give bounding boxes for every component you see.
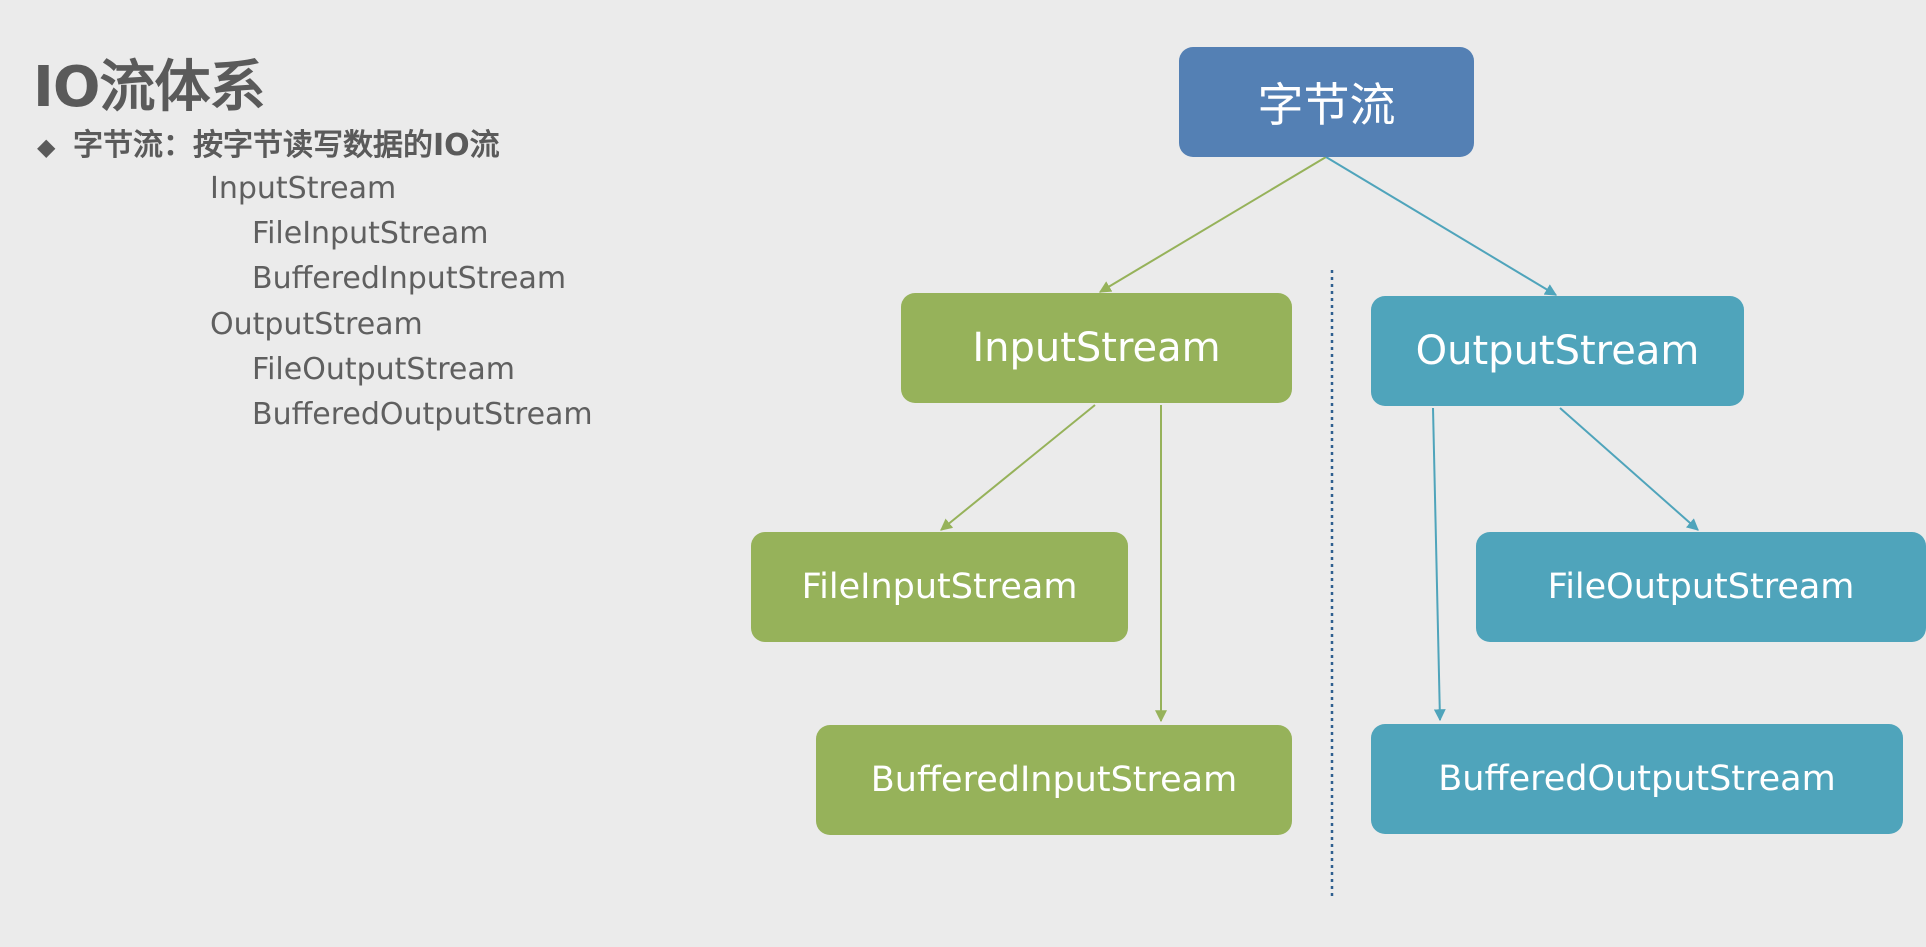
connector-output-to-buffered-output	[1432, 407, 1446, 722]
node-buffered-input-stream: BufferedInputStream	[816, 725, 1292, 835]
connector-input-to-file-input	[940, 404, 1096, 531]
node-file-output-stream: FileOutputStream	[1476, 532, 1926, 642]
node-output-stream: OutputStream	[1371, 296, 1744, 406]
node-buffered-output-stream: BufferedOutputStream	[1371, 724, 1903, 834]
connector-output-to-file-output	[1559, 407, 1699, 531]
node-byte-stream: 字节流	[1179, 47, 1474, 157]
node-input-stream: InputStream	[901, 293, 1292, 403]
node-file-input-stream: FileInputStream	[751, 532, 1128, 642]
connector-root-to-output	[1325, 156, 1558, 296]
connector-root-to-input	[1098, 156, 1327, 293]
